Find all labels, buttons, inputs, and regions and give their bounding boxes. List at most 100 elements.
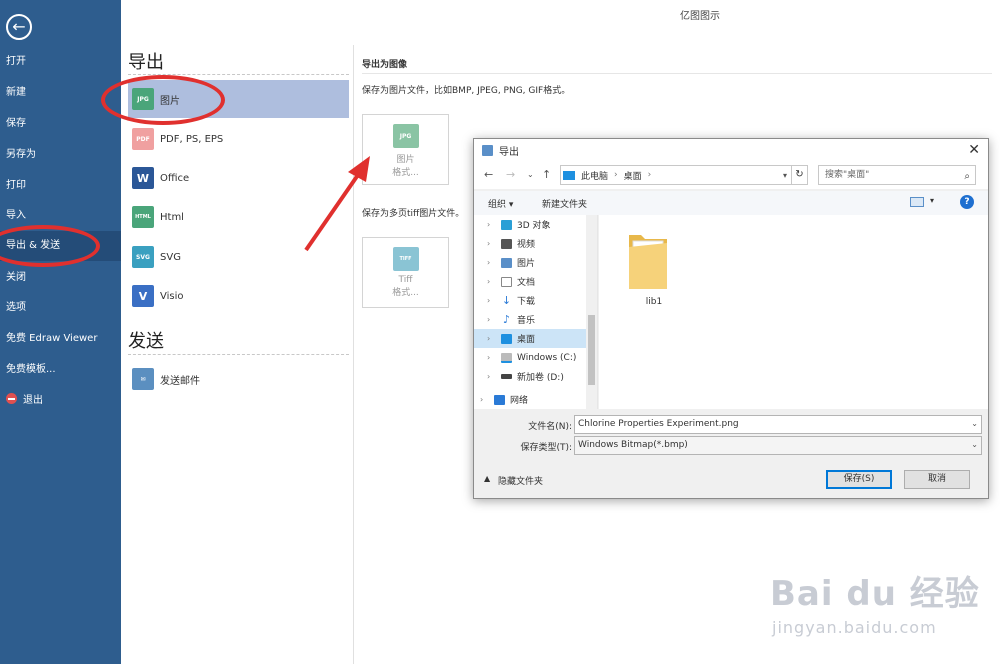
send-label: 发送邮件 [160, 375, 200, 387]
address-bar[interactable]: 此电脑 › 桌面 › ▾ [560, 165, 792, 185]
expand-chevron-icon[interactable]: › [487, 334, 497, 343]
music-icon: ♪ [502, 312, 511, 326]
dialog-title: 导出 [499, 146, 519, 158]
dialog-titlebar[interactable]: 导出 ✕ [474, 139, 988, 161]
view-options-icon[interactable] [910, 197, 924, 207]
sidebar-item-options[interactable]: 选项 [0, 293, 121, 323]
up-icon[interactable]: ↑ [542, 168, 551, 181]
dialog-nav-bar: ← → ⌄ ↑ 此电脑 › 桌面 › ▾ ↻ 搜索"桌面" ⌕ [474, 161, 988, 189]
tree-item-downloads[interactable]: › ↓ 下载 [474, 291, 586, 310]
filename-row: 文件名(N): Chlorine Properties Experiment.p… [474, 415, 988, 435]
forward-icon[interactable]: → [506, 168, 515, 181]
tree-item-pictures[interactable]: › 图片 [474, 253, 586, 272]
breadcrumb-desktop[interactable]: 桌面 [624, 169, 642, 182]
annotation-circle-image [101, 75, 225, 125]
expand-chevron-icon[interactable]: › [487, 220, 497, 229]
filetype-dropdown-icon[interactable]: ⌄ [971, 440, 978, 449]
expand-chevron-icon[interactable]: › [487, 315, 497, 324]
sidebar-item-exit-label: 退出 [23, 395, 43, 406]
hide-folders-toggle[interactable]: 隐藏文件夹 [498, 474, 543, 487]
filename-input[interactable]: Chlorine Properties Experiment.png [574, 415, 982, 434]
tiff-icon: TIFF [392, 247, 419, 271]
visio-icon: V [132, 285, 154, 307]
jpg-icon: JPG [392, 124, 419, 148]
export-save-dialog: 导出 ✕ ← → ⌄ ↑ 此电脑 › 桌面 › ▾ ↻ 搜索"桌面" ⌕ 组织 … [473, 138, 989, 499]
expand-chevron-icon[interactable]: › [487, 296, 497, 305]
tree-item-label: 网络 [510, 396, 529, 406]
tree-item-network[interactable]: › 网络 [474, 390, 586, 409]
tree-item-drive-d[interactable]: › 新加卷 (D:) [474, 367, 586, 386]
collapse-caret-icon[interactable]: ▲ [484, 474, 490, 483]
app-title: 亿图图示 [680, 11, 720, 22]
format-item-visio[interactable]: V Visio [128, 277, 349, 315]
tree-item-videos[interactable]: › 视频 [474, 234, 586, 253]
send-divider [128, 354, 349, 355]
folder-icon[interactable] [627, 229, 671, 293]
refresh-icon[interactable]: ↻ [792, 165, 808, 185]
tree-scrollbar[interactable] [586, 215, 597, 409]
export-section-title: 导出 [128, 52, 164, 73]
sidebar-item-templates[interactable]: 免费模板... [0, 355, 121, 385]
svg-icon: SVG [132, 246, 154, 268]
sidebar-item-edraw-viewer[interactable]: 免费 Edraw Viewer [0, 324, 121, 354]
expand-chevron-icon[interactable]: › [487, 277, 497, 286]
expand-chevron-icon[interactable]: › [480, 395, 490, 404]
watermark-brand: Bai du 经验 [770, 574, 980, 614]
format-label: PDF, PS, EPS [160, 133, 224, 145]
breadcrumb-separator-icon: › [647, 170, 652, 180]
close-icon[interactable]: ✕ [968, 142, 980, 158]
word-icon: W [132, 167, 154, 189]
filename-label: 文件名(N): [528, 422, 572, 432]
send-section-title: 发送 [128, 331, 164, 352]
search-input[interactable]: 搜索"桌面" ⌕ [818, 165, 976, 185]
picture-icon [501, 257, 512, 268]
sidebar-item-print[interactable]: 打印 [0, 171, 121, 201]
dialog-footer: ▲ 隐藏文件夹 保存(S) 取消 [474, 465, 988, 499]
document-icon [501, 276, 512, 287]
tree-item-drive-c[interactable]: › Windows (C:) [474, 348, 586, 367]
expand-chevron-icon[interactable]: › [487, 239, 497, 248]
new-folder-button[interactable]: 新建文件夹 [542, 197, 587, 210]
dialog-toolbar: 组织 ▾ 新建文件夹 ▾ ? [474, 191, 988, 215]
pdf-icon: PDF [132, 128, 154, 150]
organize-menu[interactable]: 组织 ▾ [488, 197, 513, 210]
recent-chevron-icon[interactable]: ⌄ [527, 170, 534, 179]
cancel-button[interactable]: 取消 [904, 470, 970, 489]
tile-label: Tiff [398, 275, 413, 285]
video-icon [501, 238, 512, 249]
download-icon: ↓ [501, 293, 512, 307]
filename-dropdown-icon[interactable]: ⌄ [971, 419, 978, 428]
expand-chevron-icon[interactable]: › [487, 353, 497, 362]
format-label: Visio [160, 290, 184, 302]
help-icon[interactable]: ? [960, 195, 974, 209]
sidebar-item-close[interactable]: 关闭 [0, 263, 121, 293]
back-arrow-icon[interactable]: ← [6, 14, 32, 40]
search-icon: ⌕ [964, 171, 970, 182]
folder-name[interactable]: lib1 [629, 297, 679, 307]
address-dropdown-icon[interactable]: ▾ [783, 171, 787, 180]
email-icon: ✉ [132, 368, 154, 390]
image-format-description: 保存为图片文件，比如BMP, JPEG, PNG, GIF格式。 [362, 86, 571, 96]
cube-icon [501, 219, 512, 230]
sidebar-item-save[interactable]: 保存 [0, 109, 121, 139]
sidebar-item-exit[interactable]: 退出 [0, 386, 121, 416]
tree-item-desktop[interactable]: › 桌面 [474, 329, 586, 348]
sidebar-item-open[interactable]: 打开 [0, 47, 121, 77]
view-dropdown-icon[interactable]: ▾ [930, 196, 934, 205]
save-button[interactable]: 保存(S) [826, 470, 892, 489]
expand-chevron-icon[interactable]: › [487, 372, 497, 381]
scrollbar-thumb[interactable] [588, 315, 595, 385]
tree-item-documents[interactable]: › 文档 [474, 272, 586, 291]
filetype-select[interactable]: Windows Bitmap(*.bmp) [574, 436, 982, 455]
format-label: Office [160, 172, 190, 184]
sidebar-item-save-as[interactable]: 另存为 [0, 140, 121, 170]
tree-item-3d-objects[interactable]: › 3D 对象 [474, 215, 586, 234]
tree-item-label: 桌面 [517, 335, 536, 345]
back-icon[interactable]: ← [484, 168, 493, 181]
tree-item-label: 文档 [517, 278, 536, 288]
pc-icon [563, 170, 575, 180]
send-item-email[interactable]: ✉ 发送邮件 [128, 360, 349, 398]
tree-item-music[interactable]: › ♪ 音乐 [474, 310, 586, 329]
breadcrumb-this-pc[interactable]: 此电脑 [581, 169, 608, 182]
expand-chevron-icon[interactable]: › [487, 258, 497, 267]
